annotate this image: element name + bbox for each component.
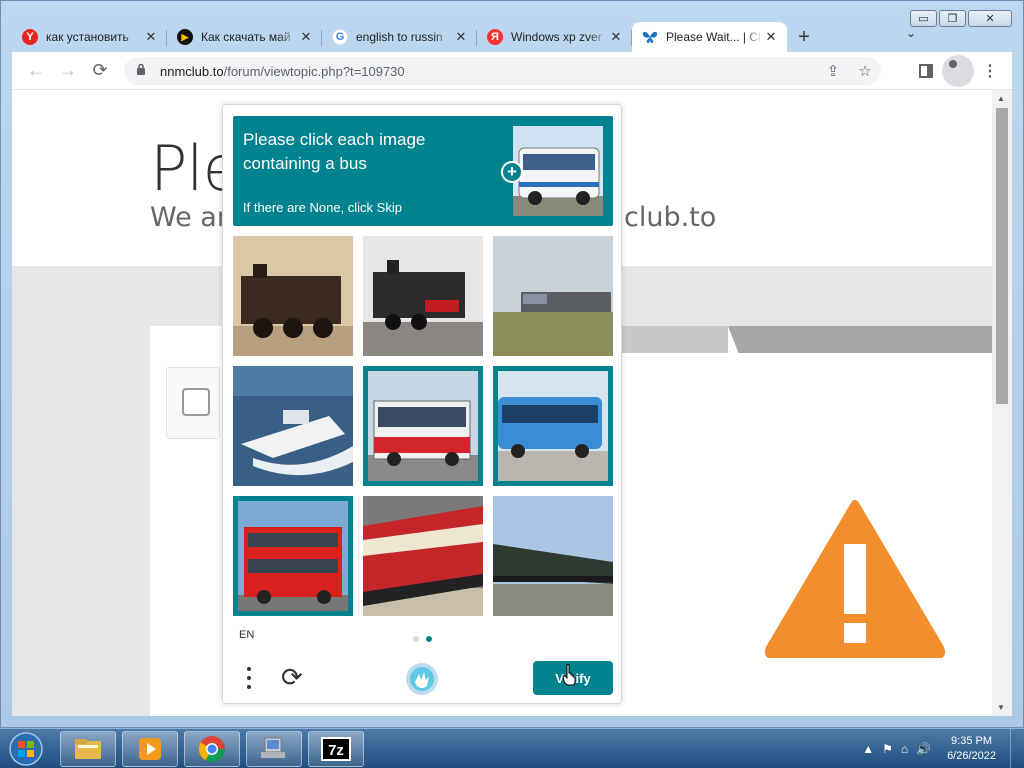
tab-search-icon[interactable]: ⌄ [906,26,916,40]
new-tab-button[interactable]: + [787,22,821,52]
yandex-icon: Y [22,29,38,45]
tab-close-icon[interactable]: ✕ [763,29,779,45]
google-icon: G [332,29,348,45]
taskbar: 7z ▲ ⚑ ⌂ 🔊 9:35 PM 6/26/2022 [0,728,1024,768]
scroll-up-arrow-icon[interactable]: ▲ [997,94,1005,103]
captcha-prompt-header: Please click each image containing a bus… [233,116,613,226]
media-player-icon [139,738,161,760]
menu-kebab-icon[interactable]: ⋮ [974,55,1006,87]
start-button[interactable] [6,731,46,767]
clock-date: 6/26/2022 [947,750,996,762]
captcha-tile-freight-locomotive[interactable] [493,236,613,356]
taskbar-computer[interactable] [246,731,302,767]
show-desktop-button[interactable] [1010,729,1024,768]
captcha-prompt: Please click each image containing a bus [243,130,426,173]
bookmark-star-icon[interactable]: ☆ [849,62,881,80]
hcaptcha-logo-icon[interactable] [405,662,439,696]
warning-icon [764,500,946,658]
lock-icon[interactable] [136,63,150,79]
language-selector[interactable]: EN [239,629,254,641]
tab-close-icon[interactable]: ✕ [298,29,314,45]
scroll-thumb[interactable] [996,108,1008,404]
taskbar-media-player[interactable] [122,731,178,767]
butterfly-icon [642,29,658,45]
page-indicator [413,636,432,642]
profile-icon[interactable] [942,55,974,87]
tab-title: english to russin [356,30,443,44]
volume-icon[interactable]: 🔊 [916,742,931,756]
scroll-down-arrow-icon[interactable]: ▼ [997,703,1005,712]
system-tray: ▲ ⚑ ⌂ 🔊 9:35 PM 6/26/2022 [862,729,1024,768]
reload-button[interactable]: ⟳ [84,55,116,87]
captcha-tile-red-bus[interactable] [363,366,483,486]
yandex-icon: Я [487,29,503,45]
tab-close-icon[interactable]: ✕ [143,29,159,45]
tab-3[interactable]: G english to russin ✕ [322,22,477,52]
tab-4[interactable]: Я Windows xp zver ✕ [477,22,632,52]
expand-sample-icon[interactable]: + [501,161,523,183]
taskbar-7zip[interactable]: 7z [308,731,364,767]
action-center-icon[interactable]: ⚑ [882,742,893,756]
page-subtext-domain: club.to [624,202,717,233]
captcha-tile-freight-train[interactable] [493,496,613,616]
computer-icon [261,737,285,758]
captcha-tile-steam-locomotive[interactable] [363,236,483,356]
network-icon[interactable]: ⌂ [901,742,908,756]
clock-time: 9:35 PM [951,735,993,747]
captcha-checkbox[interactable] [182,388,210,416]
captcha-image-grid [233,236,613,616]
page-dot [413,636,419,642]
page-scrollbar[interactable]: ▲ ▼ [992,90,1012,716]
show-hidden-icons-icon[interactable]: ▲ [862,742,874,756]
captcha-tile-double-decker-bus[interactable] [233,496,353,616]
captcha-hint: If there are None, click Skip [243,200,402,215]
tab-close-icon[interactable]: ✕ [453,29,469,45]
page-subtext: We ar [150,202,228,233]
captcha-tile-blue-bus[interactable] [493,366,613,486]
tab-title: как установить [46,30,129,44]
tab-1[interactable]: Y как установить ✕ [12,22,167,52]
chrome-icon [198,736,226,763]
tab-strip: Y как установить ✕ ▶ Как скачать май ✕ G… [12,20,1012,52]
clock[interactable]: 9:35 PM 6/26/2022 [947,734,996,764]
page-dot-active [426,636,432,642]
back-button[interactable]: ← [20,55,52,87]
windows-logo-icon [9,732,43,766]
tab-title: Windows xp zver [511,30,602,44]
captcha-tile-red-train[interactable] [363,496,483,616]
page-band-dark [728,326,992,353]
tab-title: Please Wait... | Cl [666,30,761,44]
taskbar-chrome[interactable] [184,731,240,767]
captcha-menu-icon[interactable] [241,665,257,691]
forward-button[interactable]: → [52,55,84,87]
url-path: /forum/viewtopic.php?t=109730 [223,63,405,79]
captcha-tile-steam-locomotive[interactable] [233,236,353,356]
side-panel-icon[interactable] [910,55,942,87]
captcha-tile-boat[interactable] [233,366,353,486]
browser-toolbar: ← → ⟳ nnmclub.to/forum/viewtopic.php?t=1… [12,52,1012,90]
captcha-challenge: Please click each image containing a bus… [222,104,622,704]
address-bar[interactable]: nnmclub.to/forum/viewtopic.php?t=109730 … [124,57,881,85]
captcha-sample-image[interactable] [513,126,603,216]
7zip-icon: 7z [321,737,351,761]
mouse-cursor-icon [562,664,576,686]
share-icon[interactable]: ⇪ [817,62,849,80]
tab-close-icon[interactable]: ✕ [608,29,624,45]
play-icon: ▶ [177,29,193,45]
explorer-icon [75,739,101,759]
tab-2[interactable]: ▶ Как скачать май ✕ [167,22,322,52]
tab-title: Как скачать май [201,30,291,44]
refresh-icon[interactable]: ⟳ [281,664,303,692]
url-host: nnmclub.to [160,63,224,79]
taskbar-explorer[interactable] [60,731,116,767]
tab-active[interactable]: Please Wait... | Cl ✕ [632,22,787,52]
